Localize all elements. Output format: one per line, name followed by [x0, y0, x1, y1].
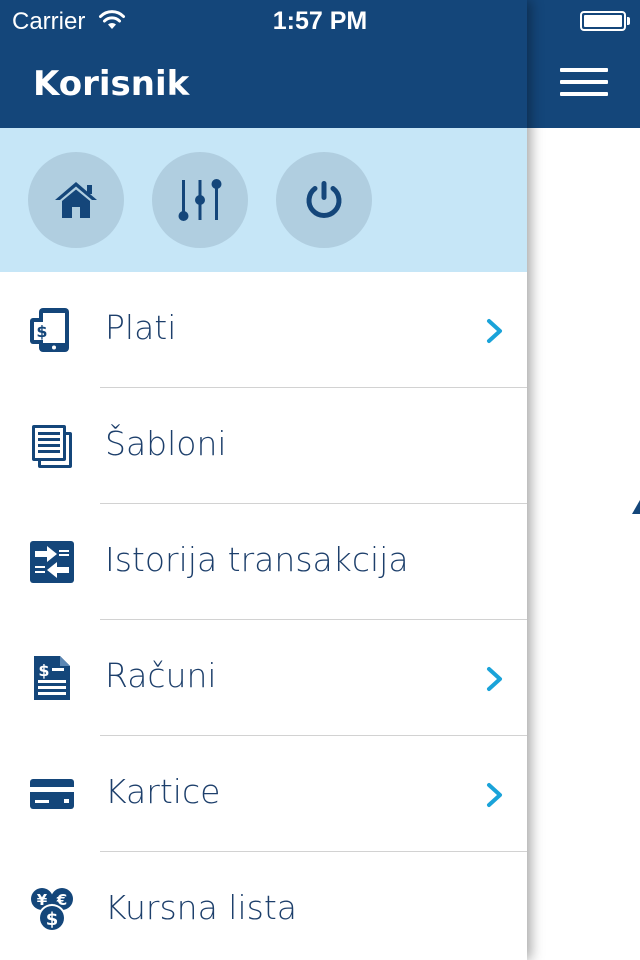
menu-item-label: Šabloni: [105, 424, 227, 463]
chevron-right-icon: [487, 783, 502, 807]
settings-button[interactable]: [152, 152, 248, 248]
menu-item-label: Računi: [105, 656, 217, 695]
hamburger-line: [560, 68, 608, 72]
sliders-icon: [178, 179, 222, 221]
menu-item-kursna-lista[interactable]: ¥ € $ Kursna lista: [0, 852, 527, 960]
chevron-right-icon: [487, 319, 502, 343]
quick-actions-bar: [0, 128, 527, 272]
battery-tip: [627, 17, 630, 25]
home-icon: [55, 182, 97, 218]
payment-device-icon: $: [30, 308, 69, 352]
menu-item-sabloni[interactable]: Šabloni: [0, 388, 527, 504]
navigation-drawer: Korisnik $ Plati Šabloni Istorija transa…: [0, 0, 527, 960]
menu-item-label: Istorija transakcija: [105, 540, 409, 579]
chevron-right-icon: [487, 667, 502, 691]
battery-icon: [580, 11, 626, 31]
menu-toggle-button[interactable]: [560, 68, 610, 98]
menu-item-istorija-transakcija[interactable]: Istorija transakcija: [0, 504, 527, 620]
hamburger-line: [560, 92, 608, 96]
menu-item-label: Plati: [105, 308, 177, 347]
hamburger-line: [560, 80, 608, 84]
menu-item-label: Kursna lista: [105, 888, 297, 927]
documents-icon: [32, 425, 72, 468]
home-button[interactable]: [28, 152, 124, 248]
card-icon: [30, 779, 74, 809]
svg-text:$: $: [36, 322, 47, 341]
drawer-title: Korisnik: [33, 64, 190, 104]
transfer-arrows-icon: [30, 541, 74, 583]
menu-item-kartice[interactable]: Kartice: [0, 736, 527, 852]
drawer-menu: $ Plati Šabloni Istorija transakcija $ R…: [0, 272, 527, 960]
svg-text:$: $: [38, 661, 49, 680]
svg-text:$: $: [46, 909, 59, 930]
menu-item-label: Kartice: [105, 772, 221, 811]
menu-item-racuni[interactable]: $ Računi: [0, 620, 527, 736]
status-bar: Carrier 1:57 PM: [0, 0, 640, 40]
partial-content-mark: [632, 500, 640, 514]
invoice-icon: $: [34, 656, 70, 700]
power-icon: [306, 181, 342, 218]
currency-icon: ¥ € $: [31, 888, 73, 932]
menu-item-plati[interactable]: $ Plati: [0, 272, 527, 388]
logout-button[interactable]: [276, 152, 372, 248]
clock-label: 1:57 PM: [272, 7, 368, 35]
